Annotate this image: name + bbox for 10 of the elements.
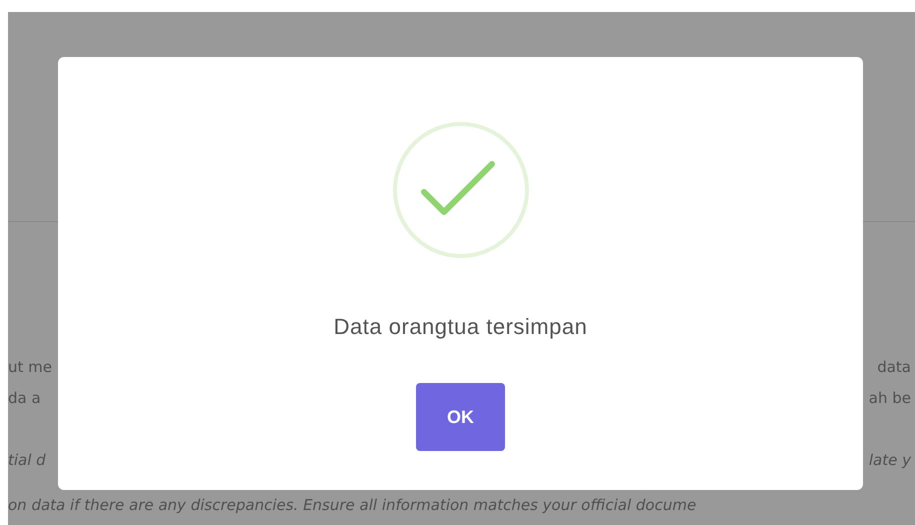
background-text: tial d [8, 450, 46, 472]
background-text: ut me [8, 357, 52, 378]
ok-button[interactable]: OK [416, 383, 505, 451]
background-text: da a [8, 388, 41, 410]
background-text: on data if there are any discrepancies. Ensure all information matches your official docume [8, 495, 696, 516]
background-text: data [877, 357, 911, 378]
background-text: ah be [868, 388, 911, 410]
background-text: late y [868, 450, 911, 472]
dialog-message: Data orangtua tersimpan [334, 313, 588, 341]
success-check-icon [390, 120, 530, 260]
